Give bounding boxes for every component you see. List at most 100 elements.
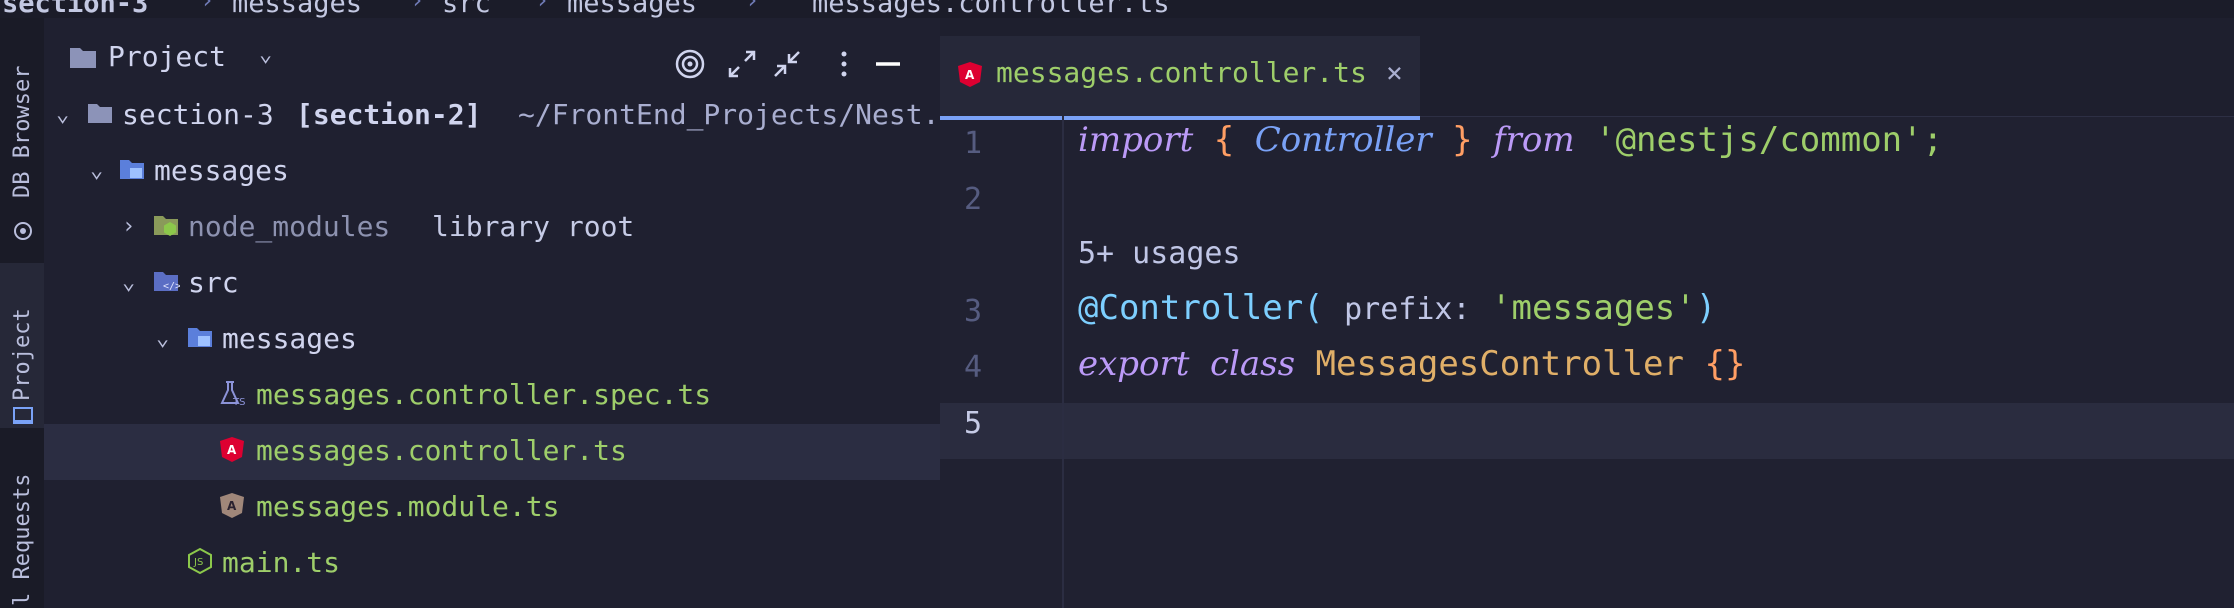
library-root-label: library root (432, 210, 635, 243)
tree-item-label: node_modules (188, 210, 391, 243)
line-number: 4 (963, 350, 982, 385)
requests-tab[interactable]: l Requests (0, 458, 44, 608)
minimize-icon[interactable] (870, 46, 906, 82)
tree-item-src[interactable]: ⌄ </> src (44, 256, 940, 312)
tree-item-main[interactable]: JS main.ts (44, 536, 940, 592)
breadcrumb-item-src[interactable]: src (442, 0, 491, 18)
locate-target-icon[interactable] (672, 46, 708, 82)
breadcrumb-item-project[interactable]: section-3 (2, 0, 148, 18)
expand-all-icon[interactable] (724, 46, 760, 82)
db-browser-tab[interactable]: DB Browser (0, 48, 44, 248)
editor: A messages.controller.ts × 1 2 3 4 5 imp… (940, 18, 2234, 608)
module-folder-icon (188, 328, 212, 347)
editor-tab-label: messages.controller.ts (996, 56, 1367, 89)
project-tab-label: Project (10, 308, 35, 401)
breadcrumb-item-messages-folder[interactable]: messages (567, 0, 697, 18)
chevron-down-icon[interactable]: ⌄ (156, 326, 178, 351)
gutter-divider (1062, 116, 1064, 608)
module-folder-icon (120, 160, 144, 179)
project-panel: Project ⌄ ⌄ section-3 [section-2] ~/Fron… (44, 18, 940, 608)
project-panel-title[interactable]: Project (108, 40, 226, 73)
database-icon (14, 222, 32, 240)
keyword-export: export (1078, 344, 1190, 384)
chevron-right-icon: › (745, 0, 760, 14)
branch-label: [section-2] (296, 98, 482, 131)
chevron-right-icon: › (200, 0, 215, 14)
code-line-5[interactable] (1078, 400, 2178, 446)
prefix-string: 'messages' (1491, 288, 1696, 328)
project-panel-header: Project ⌄ (44, 18, 940, 80)
line-number: 3 (963, 294, 982, 329)
module-string: '@nestjs/common'; (1595, 120, 1944, 160)
tree-item-label: main.ts (222, 546, 341, 579)
tree-item-controller-spec[interactable]: TS messages.controller.spec.ts (44, 368, 940, 424)
angular-icon: A (220, 437, 244, 462)
chevron-down-icon[interactable]: ⌄ (122, 270, 144, 295)
project-tab[interactable]: Project (0, 263, 44, 428)
brace-close: } (1452, 120, 1473, 160)
keyword-from: from (1493, 120, 1575, 160)
angular-module-icon: A (220, 493, 244, 518)
paren-close: ) (1695, 288, 1717, 328)
close-icon[interactable]: × (1386, 56, 1403, 89)
svg-text:</>: </> (163, 281, 180, 292)
class-name: MessagesController (1315, 344, 1684, 384)
breadcrumb-item-file[interactable]: messages.controller.ts (812, 0, 1170, 18)
parameter-hint: prefix: (1344, 292, 1471, 327)
chevron-down-icon[interactable]: ⌄ (259, 42, 272, 67)
tree-item-label: messages.controller.ts (256, 434, 627, 467)
code-line-1[interactable]: import { Controller } from '@nestjs/comm… (1078, 120, 1943, 160)
chevron-right-icon: › (535, 0, 550, 14)
tree-item-section-3[interactable]: ⌄ section-3 [section-2] ~/FrontEnd_Proje… (44, 88, 940, 144)
svg-text:A: A (227, 443, 237, 457)
tool-window-bar: DB Browser Project l Requests (0, 18, 45, 608)
requests-tab-label: l Requests (10, 473, 35, 606)
db-browser-tab-label: DB Browser (10, 65, 35, 198)
nodejs-folder-icon (154, 216, 178, 236)
svg-text:TS: TS (232, 397, 245, 407)
code-line-3[interactable]: @Controller( prefix: 'messages') (1078, 288, 1716, 328)
code-line-4[interactable]: export class MessagesController {} (1078, 344, 1745, 384)
decorator: @Controller( (1078, 288, 1324, 328)
tree-item-label: messages.controller.spec.ts (256, 378, 712, 411)
tree-item-label: src (188, 266, 239, 299)
editor-tab-bar: A messages.controller.ts × (940, 18, 2234, 120)
keyword-class: class (1209, 344, 1296, 384)
angular-icon: A (958, 62, 982, 87)
svg-text:A: A (965, 68, 975, 82)
line-number: 2 (963, 182, 982, 217)
chevron-down-icon[interactable]: ⌄ (90, 158, 112, 183)
chevron-down-icon[interactable]: ⌄ (56, 102, 78, 127)
breadcrumb-item-messages[interactable]: messages (232, 0, 362, 18)
tree-item-label: messages (154, 154, 289, 187)
tree-item-label: messages.module.ts (256, 490, 560, 523)
line-number: 1 (963, 126, 982, 161)
chevron-right-icon: › (410, 0, 425, 14)
test-file-icon: TS (220, 381, 245, 407)
imported-symbol: Controller (1254, 120, 1432, 160)
project-path: ~/FrontEnd_Projects/Nest. (518, 98, 940, 131)
usages-hint[interactable]: 5+ usages (1078, 236, 1241, 271)
tree-item-node-modules[interactable]: › node_modules library root (44, 200, 940, 256)
tree-item-module[interactable]: A messages.module.ts (44, 480, 940, 536)
tree-item-messages-folder[interactable]: ⌄ messages (44, 312, 940, 368)
keyword-import: import (1078, 120, 1194, 160)
class-body: {} (1704, 344, 1746, 384)
svg-text:A: A (227, 499, 237, 513)
collapse-all-icon[interactable] (769, 46, 805, 82)
tree-item-controller[interactable]: A messages.controller.ts (44, 424, 940, 480)
brace-open: { (1213, 120, 1235, 160)
tree-item-messages[interactable]: ⌄ messages (44, 144, 940, 200)
chevron-right-icon[interactable]: › (122, 214, 144, 239)
line-number-current: 5 (963, 406, 982, 441)
folder-icon (88, 104, 112, 123)
tree-item-label: messages (222, 322, 357, 355)
folder-icon (70, 48, 96, 68)
breadcrumb: section-3 › messages › src › messages › … (0, 0, 2234, 18)
nodejs-icon: JS (188, 547, 212, 575)
svg-text:JS: JS (193, 557, 203, 568)
tree-item-label: section-3 (122, 98, 274, 131)
editor-tab-messages-controller[interactable]: A messages.controller.ts × (940, 36, 1420, 120)
folder-outline-icon (13, 407, 33, 424)
more-options-icon[interactable] (826, 46, 862, 82)
